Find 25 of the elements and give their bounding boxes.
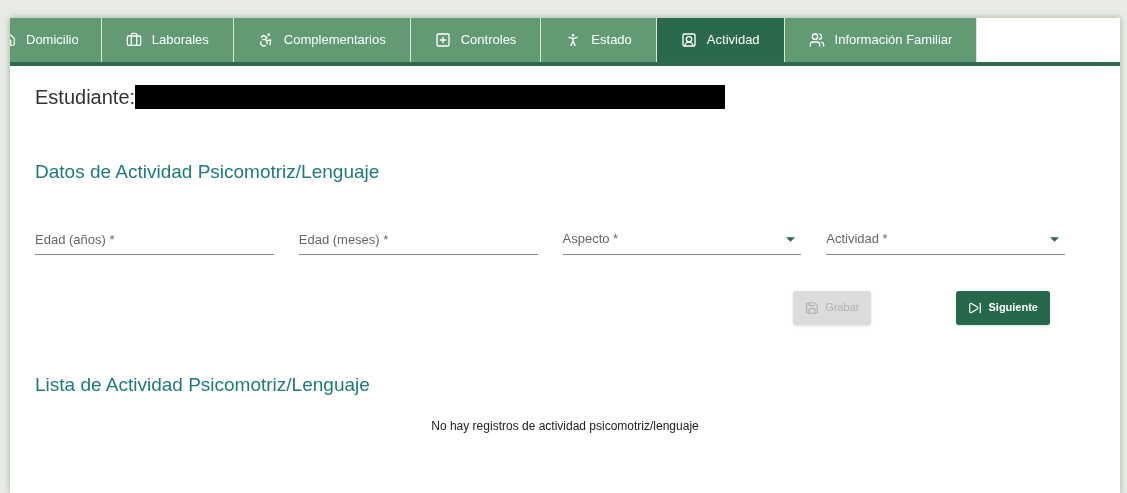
dropdown-arrow-icon bbox=[1050, 236, 1059, 242]
users-icon bbox=[808, 32, 825, 48]
input-field[interactable]: Edad (años) * bbox=[35, 224, 274, 255]
tab[interactable]: Actividad bbox=[656, 18, 785, 62]
select-field[interactable]: Actividad * bbox=[826, 224, 1065, 255]
save-icon bbox=[805, 300, 820, 315]
section-title: Datos de Actividad Psicomotriz/Lenguaje bbox=[35, 160, 381, 184]
wheelchair-icon bbox=[257, 32, 274, 48]
empty-message: No hay registros de actividad psicomotriz/lenguaje bbox=[430, 418, 700, 435]
student-label: Estudiante: bbox=[35, 85, 136, 110]
id-badge-icon bbox=[680, 32, 697, 48]
tab[interactable]: Información Familiar bbox=[784, 18, 978, 62]
tab[interactable]: Estado bbox=[541, 18, 657, 62]
plus-square-icon bbox=[434, 32, 451, 48]
briefcase-icon bbox=[125, 32, 142, 48]
tab[interactable]: Complementarios bbox=[233, 18, 411, 62]
section-title: Lista de Actividad Psicomotriz/Lenguaje bbox=[35, 372, 371, 397]
tab[interactable]: Controles bbox=[410, 18, 542, 62]
tab[interactable]: Laborales bbox=[101, 18, 234, 62]
select-field[interactable]: Aspecto * bbox=[562, 224, 802, 255]
next-button[interactable]: Siguiente bbox=[956, 290, 1050, 325]
input-field[interactable]: Edad (meses) * bbox=[298, 224, 538, 255]
dropdown-arrow-icon bbox=[786, 236, 796, 242]
skip-forward-icon bbox=[968, 300, 983, 315]
tab[interactable]: Domicilio bbox=[10, 18, 102, 62]
